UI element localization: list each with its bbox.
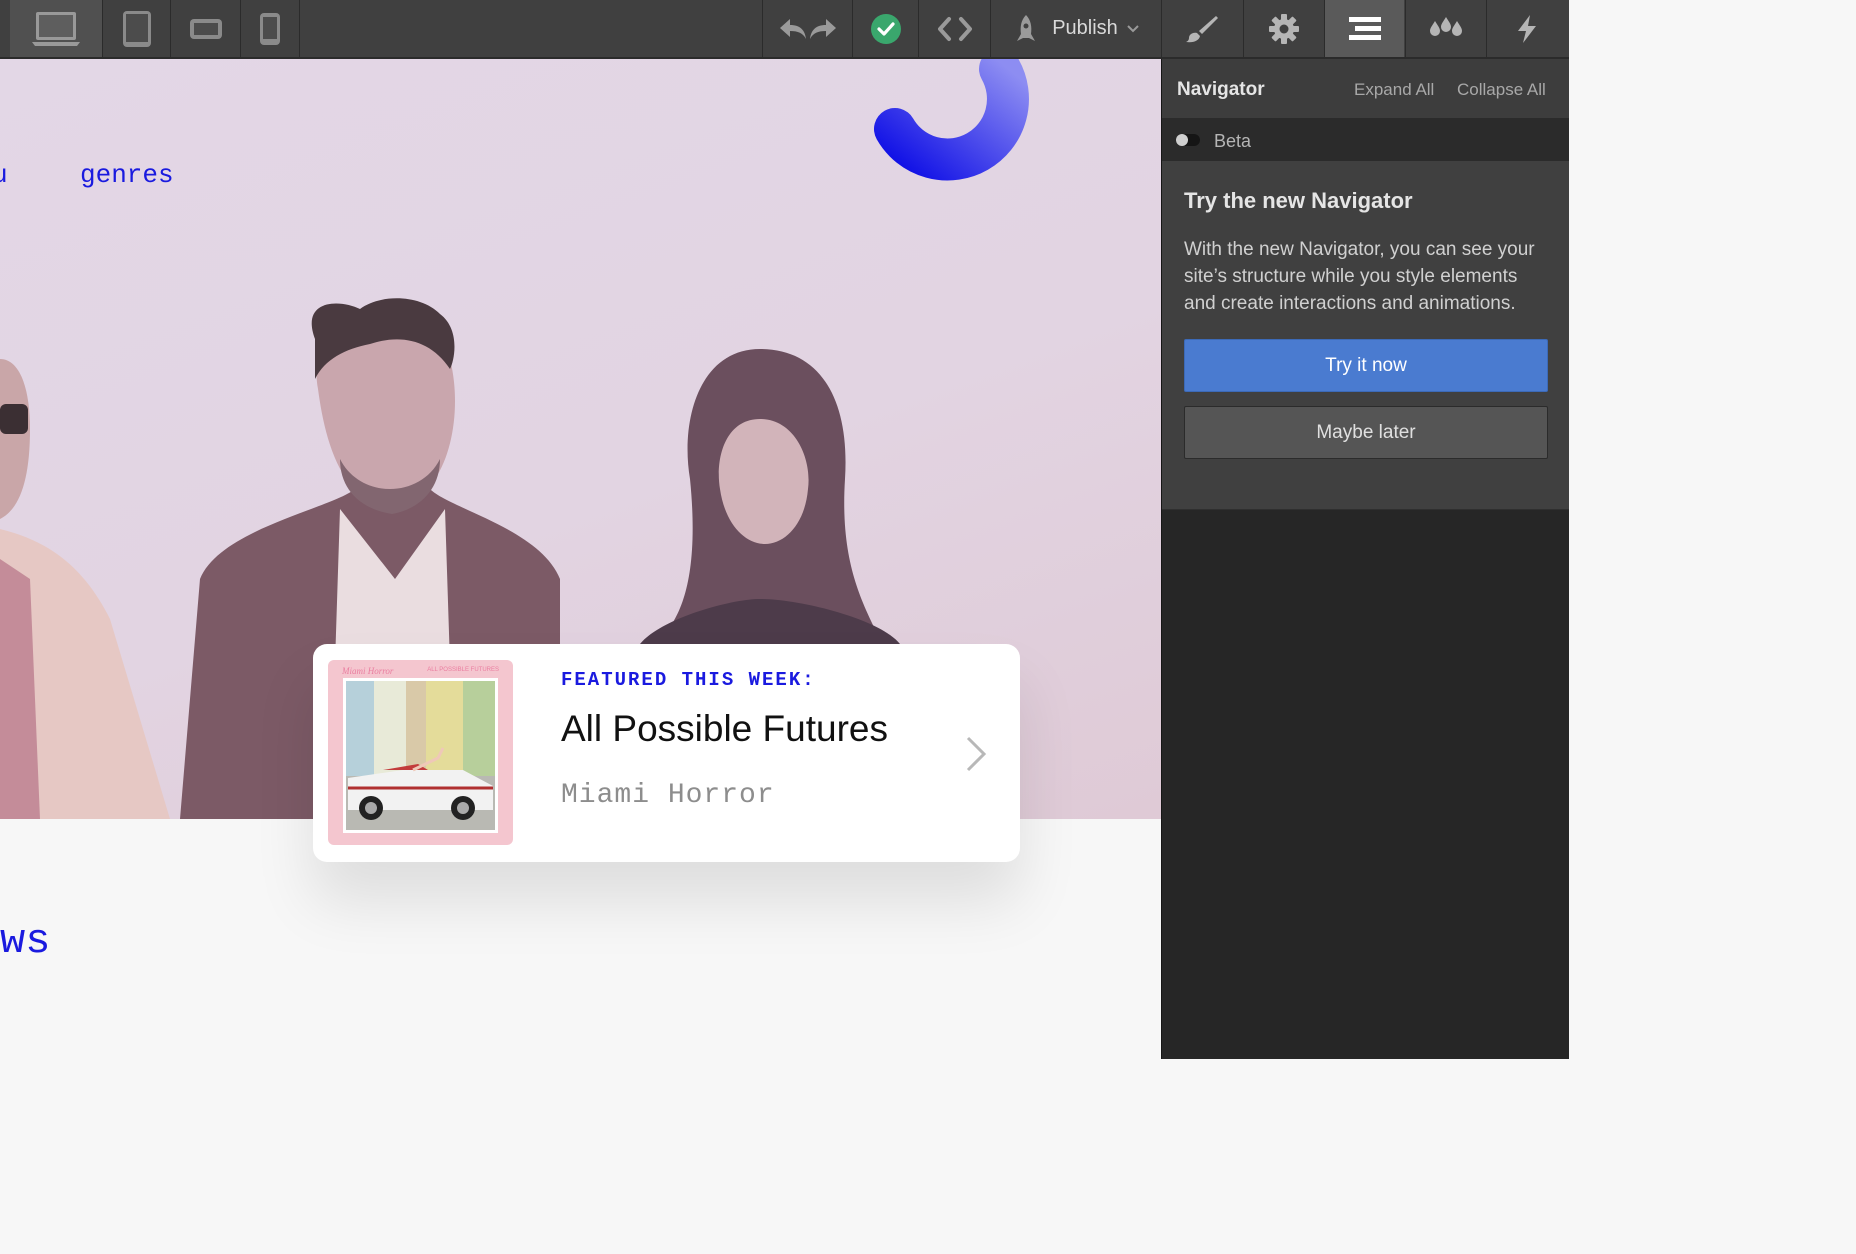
- publish-button[interactable]: Publish: [990, 0, 1161, 57]
- album-title: All Possible Futures: [561, 708, 888, 749]
- cover-subtitle: ALL POSSIBLE FUTURES: [427, 667, 499, 673]
- lightning-icon: [1517, 14, 1536, 43]
- beta-row: Beta: [1162, 119, 1569, 161]
- mobile-portrait-icon: [260, 12, 280, 45]
- tab-swatches[interactable]: [1405, 0, 1485, 57]
- navigator-title: Navigator: [1177, 79, 1265, 100]
- check-circle-icon: [870, 13, 901, 44]
- cover-title: Miami Horror: [342, 666, 394, 676]
- undo-redo-group: [762, 0, 852, 57]
- featured-label: FEATURED THIS WEEK:: [561, 669, 816, 691]
- drops-icon: [1429, 16, 1462, 36]
- tab-style[interactable]: [1162, 0, 1242, 57]
- tab-settings[interactable]: [1243, 0, 1323, 57]
- code-brackets-icon: [937, 16, 972, 41]
- rocket-icon: [1017, 14, 1036, 41]
- brush-icon: [1186, 15, 1218, 42]
- mobile-landscape-icon: [189, 18, 222, 39]
- gear-icon: [1268, 13, 1299, 44]
- album-cover-image: [343, 678, 498, 833]
- chevron-right-icon[interactable]: [963, 734, 989, 774]
- section-title-partial: ws: [0, 917, 51, 965]
- collapse-all-button[interactable]: Collapse All: [1457, 80, 1546, 100]
- navigator-panel: Navigator Expand All Collapse All Beta T…: [1161, 59, 1569, 1059]
- expand-all-button[interactable]: Expand All: [1354, 80, 1434, 100]
- code-export-button[interactable]: [918, 0, 990, 57]
- publish-label: Publish: [1052, 17, 1118, 39]
- design-canvas[interactable]: u genres: [0, 59, 1161, 1059]
- designer-toolbar: Publish: [0, 0, 1161, 59]
- tab-navigator[interactable]: [1324, 0, 1404, 57]
- panel-tabs: [1161, 0, 1569, 59]
- promo-text: With the new Navigator, you can see your…: [1184, 239, 1535, 314]
- navigator-icon: [1348, 16, 1381, 40]
- featured-card[interactable]: Miami Horror ALL POSSIBLE FUTURES FEATUR…: [313, 644, 1020, 862]
- desktop-icon: [32, 11, 80, 46]
- tablet-view-button[interactable]: [102, 0, 170, 57]
- chevron-down-icon: [1127, 24, 1139, 32]
- album-cover: Miami Horror ALL POSSIBLE FUTURES: [328, 660, 513, 845]
- tablet-icon: [122, 10, 151, 47]
- mobile-landscape-view-button[interactable]: [170, 0, 240, 57]
- beta-label: Beta: [1214, 131, 1252, 151]
- maybe-later-button[interactable]: Maybe later: [1184, 406, 1548, 459]
- beta-toggle[interactable]: [1176, 134, 1200, 146]
- promo-title: Try the new Navigator: [1184, 188, 1413, 213]
- desktop-view-button[interactable]: [10, 0, 102, 57]
- tab-interactions[interactable]: [1486, 0, 1566, 57]
- undo-icon[interactable]: [778, 16, 808, 42]
- mobile-portrait-view-button[interactable]: [240, 0, 300, 57]
- redo-icon[interactable]: [808, 16, 838, 42]
- toggle-knob: [1176, 134, 1188, 146]
- site-status-button[interactable]: [852, 0, 918, 57]
- artist-name: Miami Horror: [561, 780, 775, 811]
- navigator-promo: Try the new Navigator With the new Navig…: [1162, 161, 1569, 510]
- navigator-header: Navigator Expand All Collapse All: [1162, 59, 1569, 119]
- try-it-now-button[interactable]: Try it now: [1184, 339, 1548, 392]
